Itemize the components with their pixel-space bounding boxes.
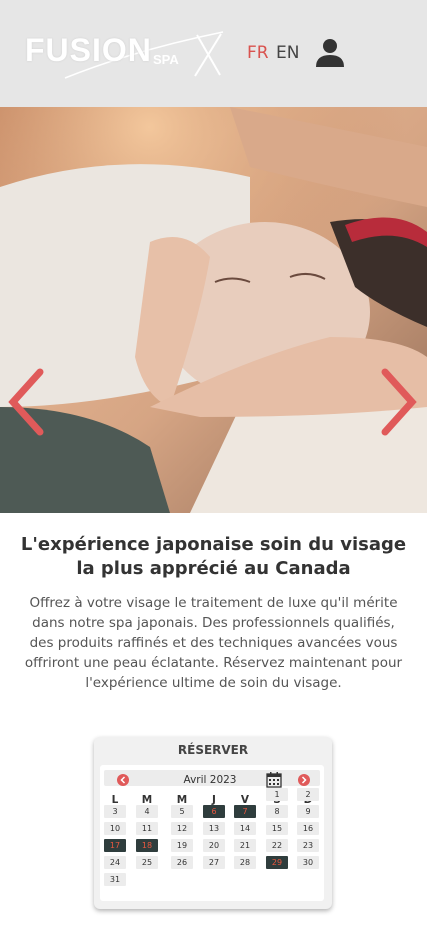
- calendar-day[interactable]: 3: [104, 805, 126, 818]
- calendar-day[interactable]: 13: [203, 822, 225, 835]
- calendar-day[interactable]: 26: [171, 856, 193, 869]
- calendar-day[interactable]: 10: [104, 822, 126, 835]
- facial-treatment-photo: [0, 107, 427, 513]
- circle-chevron-left-icon[interactable]: [117, 774, 129, 786]
- calendar-day[interactable]: 1: [266, 788, 288, 801]
- page-description: Offrez à votre visage le traitement de l…: [24, 595, 403, 691]
- page-title-line-2: la plus apprécié au Canada: [76, 558, 351, 579]
- page-title: L'expérience japonaise soin du visage la…: [10, 533, 417, 581]
- lang-en-link[interactable]: EN: [276, 43, 299, 63]
- calendar-month: Avril 2023: [183, 774, 237, 786]
- booking-title: RÉSERVER: [177, 743, 249, 757]
- calendar-day-available[interactable]: 7: [234, 805, 256, 818]
- page-title-line-1: L'expérience japonaise soin du visage: [20, 534, 407, 555]
- calendar-day[interactable]: 8: [266, 805, 288, 818]
- calendar-icon[interactable]: [266, 772, 282, 788]
- chevron-right-icon[interactable]: [380, 367, 420, 437]
- calendar-day[interactable]: 16: [297, 822, 319, 835]
- calendar-day[interactable]: 11: [136, 822, 158, 835]
- calendar-day[interactable]: 15: [266, 822, 288, 835]
- calendar-day[interactable]: 4: [136, 805, 158, 818]
- calendar-day-available[interactable]: 18: [136, 839, 158, 852]
- calendar-day[interactable]: 28: [234, 856, 256, 869]
- lang-fr-link[interactable]: FR: [247, 43, 269, 63]
- chevron-left-icon[interactable]: [5, 367, 45, 437]
- calendar-day[interactable]: 31: [104, 873, 126, 886]
- calendar-day-available[interactable]: 6: [203, 805, 225, 818]
- circle-chevron-right-icon[interactable]: [298, 774, 310, 786]
- logo-wordmark: FUSION: [25, 32, 152, 68]
- logo-subtitle: SPA: [153, 52, 179, 67]
- calendar-day[interactable]: 21: [234, 839, 256, 852]
- calendar-day[interactable]: 23: [297, 839, 319, 852]
- calendar-day[interactable]: 27: [203, 856, 225, 869]
- calendar-day[interactable]: 9: [297, 805, 319, 818]
- calendar-day[interactable]: 22: [266, 839, 288, 852]
- calendar: Avril 2023 LMMJVSD1234567891011121314151…: [100, 765, 324, 901]
- calendar-day[interactable]: 12: [171, 822, 193, 835]
- calendar-day[interactable]: 20: [203, 839, 225, 852]
- calendar-day[interactable]: 25: [136, 856, 158, 869]
- user-icon[interactable]: [314, 37, 346, 69]
- calendar-day[interactable]: 2: [297, 788, 319, 801]
- calendar-day[interactable]: 14: [234, 822, 256, 835]
- hero-image: [0, 107, 427, 513]
- calendar-day-available[interactable]: 17: [104, 839, 126, 852]
- booking-card: RÉSERVER Avril 2023 LMMJVSD1234567891011…: [94, 737, 332, 909]
- fusion-spa-logo[interactable]: FUSION SPA: [25, 30, 225, 80]
- calendar-day[interactable]: 19: [171, 839, 193, 852]
- calendar-day-available[interactable]: 29: [266, 856, 288, 869]
- calendar-day[interactable]: 30: [297, 856, 319, 869]
- header: FUSION SPA FR EN: [0, 0, 427, 107]
- calendar-day[interactable]: 24: [104, 856, 126, 869]
- calendar-day[interactable]: 5: [171, 805, 193, 818]
